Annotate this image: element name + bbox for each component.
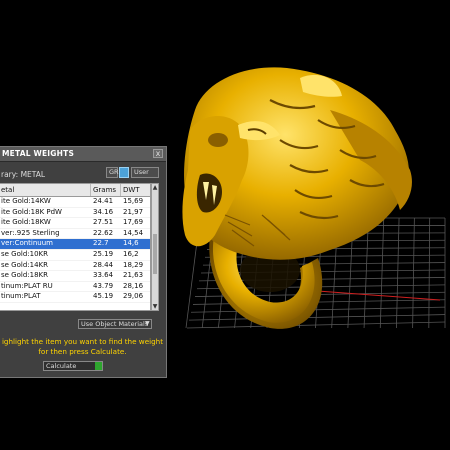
cell-dwt: 18,29 [123,260,144,269]
cell-dwt: 21,97 [123,207,144,216]
metal-table: etal Grams DWT ite Gold:14KW 24.41 15,69 it… [0,183,151,311]
scroll-thumb[interactable] [153,234,157,274]
cell-metal: ite Gold:18KW [1,218,51,227]
cell-dwt: 28,16 [123,281,144,290]
cell-grams: 22.62 [93,228,114,237]
unit-user-dropdown[interactable]: User [131,167,159,178]
table-row[interactable]: ite Gold:18K PdW 34.16 21,97 [0,208,150,219]
cell-grams: 22.7 [93,239,109,248]
table-row[interactable]: ver:.925 Sterling 22.62 14,54 [0,229,150,240]
dialog-titlebar[interactable]: METAL WEIGHTS x [0,147,166,162]
cell-metal: se Gold:14KR [1,260,48,269]
column-header-grams[interactable]: Grams [91,184,121,196]
column-header-metal[interactable]: etal [0,184,91,196]
calculate-indicator-icon [95,362,102,370]
tiger-ring-model[interactable] [182,67,412,329]
column-header-dwt[interactable]: DWT [121,184,150,196]
cell-metal: se Gold:10KR [1,249,48,258]
scroll-up-arrow[interactable]: ▲ [152,184,158,191]
table-header: etal Grams DWT [0,184,150,197]
chevron-down-icon[interactable]: ▼ [145,320,152,328]
cell-metal: tinum:PLAT RU [1,281,53,290]
table-row[interactable]: se Gold:14KR 28.44 18,29 [0,261,150,272]
cell-grams: 34.16 [93,207,114,216]
cell-grams: 27.51 [93,218,114,227]
cell-metal: se Gold:18KR [1,271,48,280]
cell-grams: 24.41 [93,197,114,205]
unit-grams-button[interactable]: GR [106,167,119,178]
cell-dwt: 14,54 [123,228,144,237]
unit-toggle-button[interactable] [119,167,129,178]
table-row[interactable]: ite Gold:14KW 24.41 15,69 [0,197,150,208]
cell-dwt: 29,06 [123,292,144,301]
scroll-down-arrow[interactable]: ▼ [152,303,158,310]
cell-grams: 28.44 [93,260,114,269]
cell-grams: 45.19 [93,292,114,301]
cell-dwt: 21,63 [123,271,144,280]
close-button[interactable]: x [153,149,163,158]
table-row[interactable]: tinum:PLAT 45.19 29,06 [0,292,150,303]
table-row[interactable]: se Gold:10KR 25.19 16,2 [0,250,150,261]
instruction-text: ighlight the item you want to find the w… [1,337,164,356]
metal-weights-dialog: METAL WEIGHTS x rary: METAL GR User etal… [0,146,167,378]
dialog-title: METAL WEIGHTS [2,149,75,158]
calculate-button[interactable]: Calculate [43,361,103,371]
cell-dwt: 15,69 [123,197,144,205]
table-row[interactable]: ver:Continuum 22.7 14,6 [0,239,150,250]
use-object-materials-select[interactable]: Use Object Materials [78,319,152,329]
cell-metal: ver:.925 Sterling [1,228,60,237]
cell-metal: ite Gold:18K PdW [1,207,62,216]
table-row[interactable]: tinum:PLAT RU 43.79 28,16 [0,282,150,293]
cell-metal: tinum:PLAT [1,292,41,301]
table-row[interactable]: se Gold:18KR 33.64 21,63 [0,271,150,282]
grid-x-axis [303,289,441,301]
cell-dwt: 16,2 [123,249,139,258]
cell-grams: 43.79 [93,281,114,290]
cell-metal: ite Gold:14KW [1,197,51,205]
table-scrollbar[interactable]: ▲ ▼ [151,183,159,311]
cell-metal: ver:Continuum [1,239,53,248]
library-label: rary: METAL [1,170,46,179]
table-body: ite Gold:14KW 24.41 15,69 ite Gold:18K PdW 3… [0,197,150,303]
cell-grams: 33.64 [93,271,114,280]
table-row[interactable]: ite Gold:18KW 27.51 17,69 [0,218,150,229]
cell-dwt: 17,69 [123,218,144,227]
cell-grams: 25.19 [93,249,114,258]
cell-dwt: 14,6 [123,239,139,248]
